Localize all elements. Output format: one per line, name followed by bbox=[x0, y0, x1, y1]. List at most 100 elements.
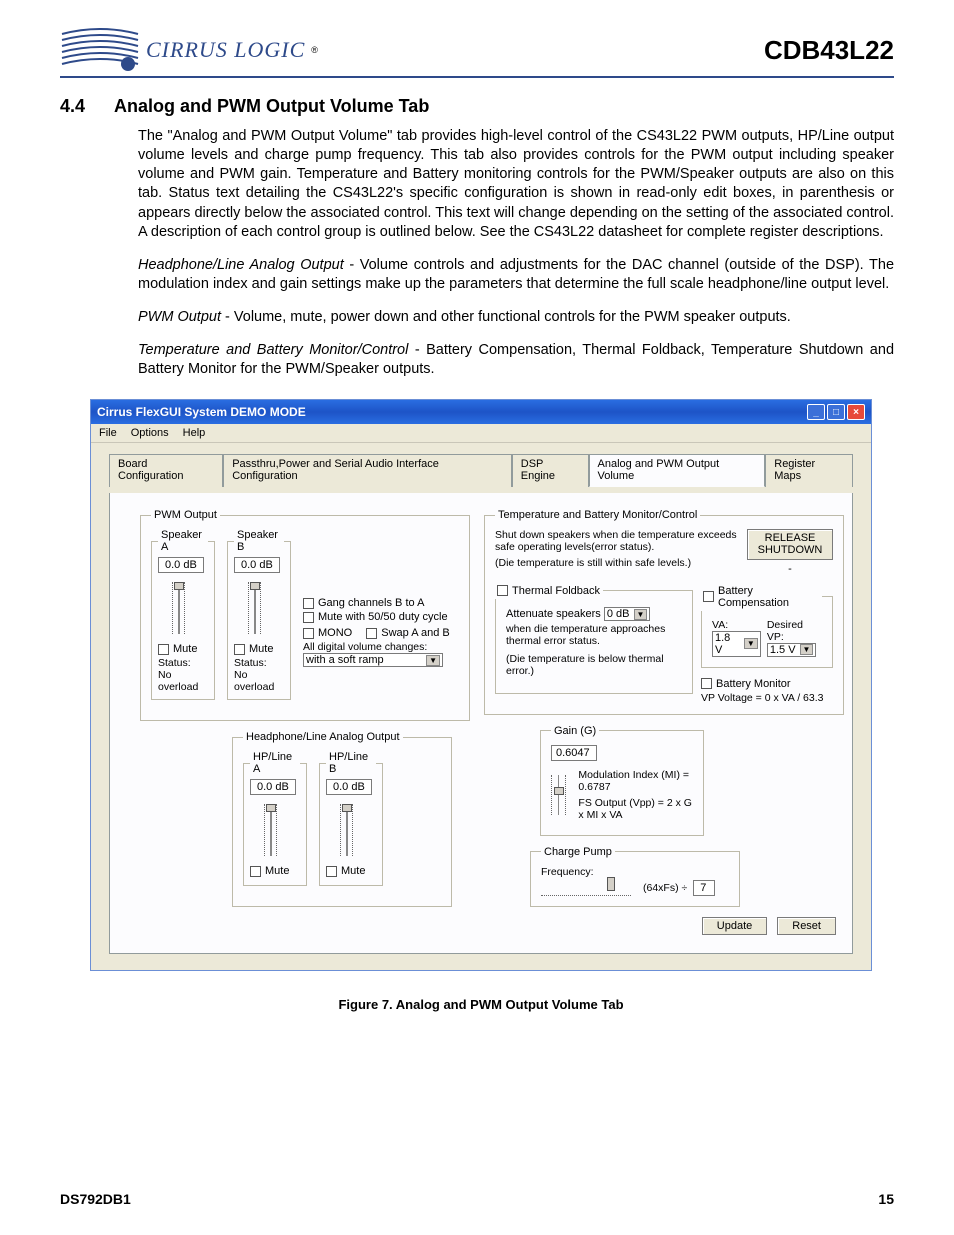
tf-att-dropdown[interactable]: 0 dB▼ bbox=[604, 607, 651, 621]
reset-button[interactable]: Reset bbox=[777, 917, 836, 935]
tab-panel: PWM Output Speaker A 0.0 dB Mute Status:… bbox=[109, 493, 853, 953]
shutdown-status: (Die temperature is still within safe le… bbox=[495, 557, 739, 569]
hp-b-label: HP/Line B bbox=[326, 751, 376, 775]
hp-a-slider[interactable] bbox=[250, 801, 292, 859]
battery-monitor-checkbox[interactable]: Battery Monitor bbox=[701, 678, 833, 690]
hp-a-label: HP/Line A bbox=[250, 751, 300, 775]
hp-b-slider[interactable] bbox=[326, 801, 368, 859]
footer-page-number: 15 bbox=[878, 1191, 894, 1207]
pwm-output-group: PWM Output Speaker A 0.0 dB Mute Status:… bbox=[140, 509, 470, 721]
app-window: Cirrus FlexGUI System DEMO MODE _ □ × Fi… bbox=[90, 399, 872, 970]
section-title: Analog and PWM Output Volume Tab bbox=[114, 96, 429, 117]
gain-legend: Gain (G) bbox=[551, 725, 599, 737]
close-icon[interactable]: × bbox=[847, 404, 865, 420]
speaker-b-mute[interactable]: Mute bbox=[234, 643, 284, 655]
figure-caption: Figure 7. Analog and PWM Output Volume T… bbox=[90, 997, 872, 1012]
speaker-b-slider[interactable] bbox=[234, 579, 276, 637]
hp-b-mute[interactable]: Mute bbox=[326, 865, 376, 877]
paragraph-1: The "Analog and PWM Output Volume" tab p… bbox=[138, 127, 894, 242]
speaker-a-value: 0.0 dB bbox=[158, 557, 204, 573]
paragraph-3: PWM Output - Volume, mute, power down an… bbox=[138, 308, 894, 327]
brand-text: CIRRUS LOGIC bbox=[146, 37, 305, 63]
tf-note: (Die temperature is below thermal error.… bbox=[506, 653, 682, 677]
hp-a-value: 0.0 dB bbox=[250, 779, 296, 795]
mute-5050-checkbox[interactable]: Mute with 50/50 duty cycle bbox=[303, 611, 450, 623]
speaker-a-label: Speaker A bbox=[158, 529, 208, 553]
window-title: Cirrus FlexGUI System DEMO MODE bbox=[97, 405, 306, 419]
swap-checkbox[interactable]: Swap A and B bbox=[366, 627, 450, 639]
tab-board-config[interactable]: Board Configuration bbox=[109, 454, 223, 487]
menu-help[interactable]: Help bbox=[183, 427, 206, 439]
section-heading: 4.4 Analog and PWM Output Volume Tab bbox=[60, 96, 894, 117]
tab-register-maps[interactable]: Register Maps bbox=[765, 454, 853, 487]
cp-divisor: 7 bbox=[693, 880, 715, 896]
speaker-b-label: Speaker B bbox=[234, 529, 284, 553]
tab-row: Board Configuration Passthru,Power and S… bbox=[109, 453, 853, 487]
battery-comp-checkbox[interactable]: Battery Compensation bbox=[703, 585, 819, 609]
dash-icon: - bbox=[747, 563, 833, 575]
speaker-a-status-label: Status: bbox=[158, 657, 208, 669]
thermal-foldback-checkbox[interactable]: Thermal Foldback bbox=[497, 585, 600, 597]
battery-comp-group: Battery Compensation VA: 1.8 V▼ bbox=[701, 583, 833, 668]
footer-doc-id: DS792DB1 bbox=[60, 1191, 131, 1207]
mod-index: Modulation Index (MI) = 0.6787 bbox=[578, 769, 693, 793]
cp-legend: Charge Pump bbox=[541, 846, 615, 858]
tf-when: when die temperature approaches thermal … bbox=[506, 623, 682, 647]
tf-att-label: Attenuate speakers bbox=[506, 608, 601, 620]
menu-options[interactable]: Options bbox=[131, 427, 169, 439]
shutdown-desc: Shut down speakers when die temperature … bbox=[495, 529, 739, 553]
page-header: CIRRUS LOGIC® CDB43L22 bbox=[60, 28, 894, 78]
menu-file[interactable]: File bbox=[99, 427, 117, 439]
paragraph-2: Headphone/Line Analog Output - Volume co… bbox=[138, 256, 894, 294]
digital-volume-label: All digital volume changes: bbox=[303, 641, 450, 653]
temp-legend: Temperature and Battery Monitor/Control bbox=[495, 509, 700, 521]
gain-value: 0.6047 bbox=[551, 745, 597, 761]
vp-voltage-readout: VP Voltage = 0 x VA / 63.3 bbox=[701, 692, 833, 704]
pwm-legend: PWM Output bbox=[151, 509, 220, 521]
hp-b-value: 0.0 dB bbox=[326, 779, 372, 795]
tab-dsp[interactable]: DSP Engine bbox=[512, 454, 589, 487]
va-dropdown[interactable]: 1.8 V▼ bbox=[712, 631, 761, 657]
speaker-b-group: Speaker B 0.0 dB Mute Status: No overloa… bbox=[227, 529, 291, 700]
gain-slider[interactable]: Modulation Index (MI) = 0.6787 FS Output… bbox=[551, 769, 693, 821]
mono-checkbox[interactable]: MONO bbox=[303, 627, 352, 639]
tab-analog-pwm[interactable]: Analog and PWM Output Volume bbox=[589, 454, 766, 487]
tab-passthru[interactable]: Passthru,Power and Serial Audio Interfac… bbox=[223, 454, 512, 487]
vp-dropdown[interactable]: 1.5 V▼ bbox=[767, 643, 817, 657]
section-number: 4.4 bbox=[60, 96, 94, 117]
speaker-a-status-value: No overload bbox=[158, 669, 208, 693]
hp-legend: Headphone/Line Analog Output bbox=[243, 731, 403, 743]
temp-battery-group: Temperature and Battery Monitor/Control … bbox=[484, 509, 844, 714]
charge-pump-group: Charge Pump Frequency: (64xFs) ÷ 7 bbox=[530, 846, 740, 907]
ramp-dropdown[interactable]: with a soft ramp▼ bbox=[303, 653, 443, 667]
vp-label: Desired VP: bbox=[767, 619, 822, 643]
speaker-a-slider[interactable] bbox=[158, 579, 200, 637]
hp-a-mute[interactable]: Mute bbox=[250, 865, 300, 877]
speaker-b-status-label: Status: bbox=[234, 657, 284, 669]
release-shutdown-button[interactable]: RELEASE SHUTDOWN bbox=[747, 529, 833, 559]
speaker-b-value: 0.0 dB bbox=[234, 557, 280, 573]
va-label: VA: bbox=[712, 619, 761, 631]
window-titlebar: Cirrus FlexGUI System DEMO MODE _ □ × bbox=[91, 400, 871, 424]
brand-logo: CIRRUS LOGIC® bbox=[60, 28, 318, 72]
hp-b-group: HP/Line B 0.0 dB Mute bbox=[319, 751, 383, 886]
minimize-icon[interactable]: _ bbox=[807, 404, 825, 420]
menu-bar: File Options Help bbox=[91, 424, 871, 443]
gang-checkbox[interactable]: Gang channels B to A bbox=[303, 597, 450, 609]
hp-a-group: HP/Line A 0.0 dB Mute bbox=[243, 751, 307, 886]
fs-output: FS Output (Vpp) = 2 x G x MI x VA bbox=[578, 797, 693, 821]
maximize-icon[interactable]: □ bbox=[827, 404, 845, 420]
document-id: CDB43L22 bbox=[764, 35, 894, 66]
cp-slider[interactable] bbox=[541, 880, 631, 896]
page-footer: DS792DB1 15 bbox=[60, 1191, 894, 1207]
speaker-a-group: Speaker A 0.0 dB Mute Status: No overloa… bbox=[151, 529, 215, 700]
speaker-a-mute[interactable]: Mute bbox=[158, 643, 208, 655]
cp-freq-label: Frequency: bbox=[541, 866, 729, 878]
speaker-b-status-value: No overload bbox=[234, 669, 284, 693]
cp-unit: (64xFs) ÷ bbox=[643, 882, 687, 894]
thermal-foldback-group: Thermal Foldback Attenuate speakers 0 dB… bbox=[495, 583, 693, 694]
paragraph-4: Temperature and Battery Monitor/Control … bbox=[138, 341, 894, 379]
screenshot-figure: Cirrus FlexGUI System DEMO MODE _ □ × Fi… bbox=[90, 399, 872, 1011]
hp-line-group: Headphone/Line Analog Output HP/Line A 0… bbox=[232, 731, 452, 907]
update-button[interactable]: Update bbox=[702, 917, 767, 935]
